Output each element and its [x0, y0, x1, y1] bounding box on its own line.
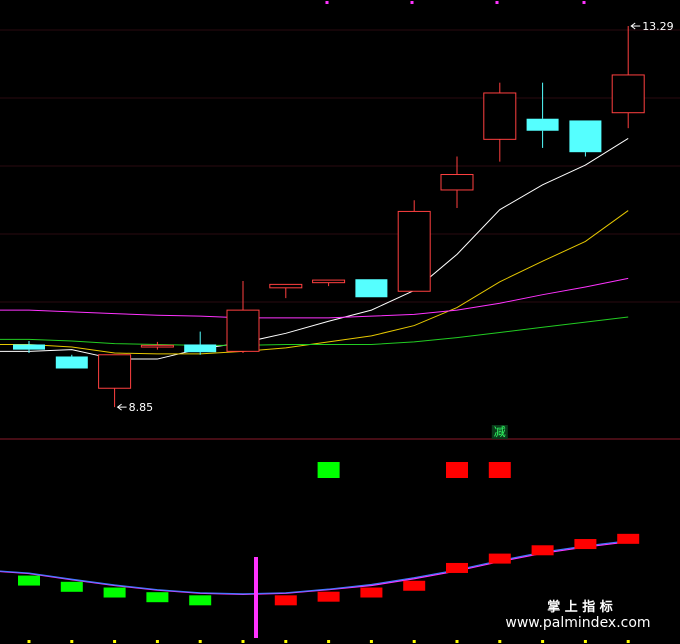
time-dot: [626, 640, 630, 643]
moving-average-lines: [0, 138, 629, 360]
candle: [312, 279, 346, 287]
candle-body-up: [312, 279, 346, 284]
indicator-bar: [446, 562, 468, 573]
time-dot: [198, 640, 202, 643]
indicator-bar: [531, 545, 554, 556]
candle-body-down: [526, 118, 559, 131]
candle: [184, 331, 217, 355]
time-dot: [241, 640, 245, 643]
candle: [355, 279, 388, 298]
candle: [611, 26, 645, 129]
candle: [98, 354, 132, 408]
indicator-signal-block: [317, 462, 340, 478]
candle-body-up: [483, 92, 517, 140]
vertical-marker: [254, 557, 258, 638]
indicator-bar: [103, 587, 126, 598]
candle-body-up: [98, 354, 132, 389]
indicator-bar: [60, 581, 83, 592]
candle-body-down: [13, 344, 45, 350]
price-annotation-label: 8.85: [129, 401, 154, 414]
ma-line-0: [0, 138, 629, 360]
time-dot: [369, 640, 373, 643]
watermark-cn: 掌 上 指 标: [547, 599, 613, 615]
candle-body-up: [140, 344, 174, 348]
candle-body-up: [397, 210, 431, 292]
time-dot: [155, 640, 159, 643]
time-dot: [327, 640, 331, 643]
candle: [226, 280, 260, 354]
candle: [526, 82, 559, 148]
top-dot: [410, 1, 414, 4]
indicator-bar: [274, 595, 297, 606]
time-dot: [583, 640, 587, 643]
indicator-bar: [146, 592, 169, 603]
candle: [483, 82, 517, 162]
time-dot: [498, 640, 502, 643]
time-dot: [27, 640, 31, 643]
candle: [440, 156, 474, 208]
candle-body-down: [184, 344, 217, 353]
candle-body-up: [440, 174, 474, 191]
indicator-bar: [189, 595, 212, 606]
stock-chart: 13.29 8.85 减 掌 上 指 标 www.palmindex.com: [0, 1, 680, 643]
top-dot: [325, 1, 329, 4]
candlesticks: [13, 26, 645, 408]
candle-body-up: [226, 309, 260, 352]
indicator-bar: [488, 553, 511, 564]
watermark-url: www.palmindex.com: [505, 615, 650, 631]
candle: [55, 354, 88, 369]
watermark: 掌 上 指 标 www.palmindex.com: [505, 599, 650, 631]
candle-body-down: [355, 279, 388, 298]
time-dot: [113, 640, 117, 643]
time-dot: [455, 640, 459, 643]
indicator-signal-block: [488, 462, 511, 478]
indicator-bar: [617, 533, 640, 544]
top-dot: [582, 1, 586, 4]
candle: [397, 200, 431, 292]
candle-body-down: [569, 120, 602, 153]
candle: [569, 120, 602, 157]
candle: [140, 341, 174, 350]
candle-body-down: [55, 356, 88, 369]
time-dot: [70, 640, 74, 643]
indicator-panel: 减: [0, 425, 640, 638]
indicator-bar: [360, 587, 383, 598]
indicator-bar: [574, 539, 597, 550]
indicator-bar: [18, 575, 40, 586]
signal-text: 减: [494, 425, 506, 439]
candle-body-up: [269, 283, 303, 289]
ma-line-3: [0, 316, 629, 346]
ma-line-2: [0, 277, 629, 319]
time-dot: [412, 640, 416, 643]
indicator-bar: [403, 580, 426, 591]
indicator-signal-block: [446, 462, 468, 478]
time-dot: [541, 640, 545, 643]
candle-body-up: [611, 74, 645, 114]
time-dot: [284, 640, 288, 643]
candle: [269, 283, 303, 299]
indicator-bar: [317, 591, 340, 602]
top-dot: [495, 1, 499, 4]
price-annotation-label: 13.29: [642, 20, 674, 33]
price-annotations: 13.29 8.85: [116, 20, 674, 414]
